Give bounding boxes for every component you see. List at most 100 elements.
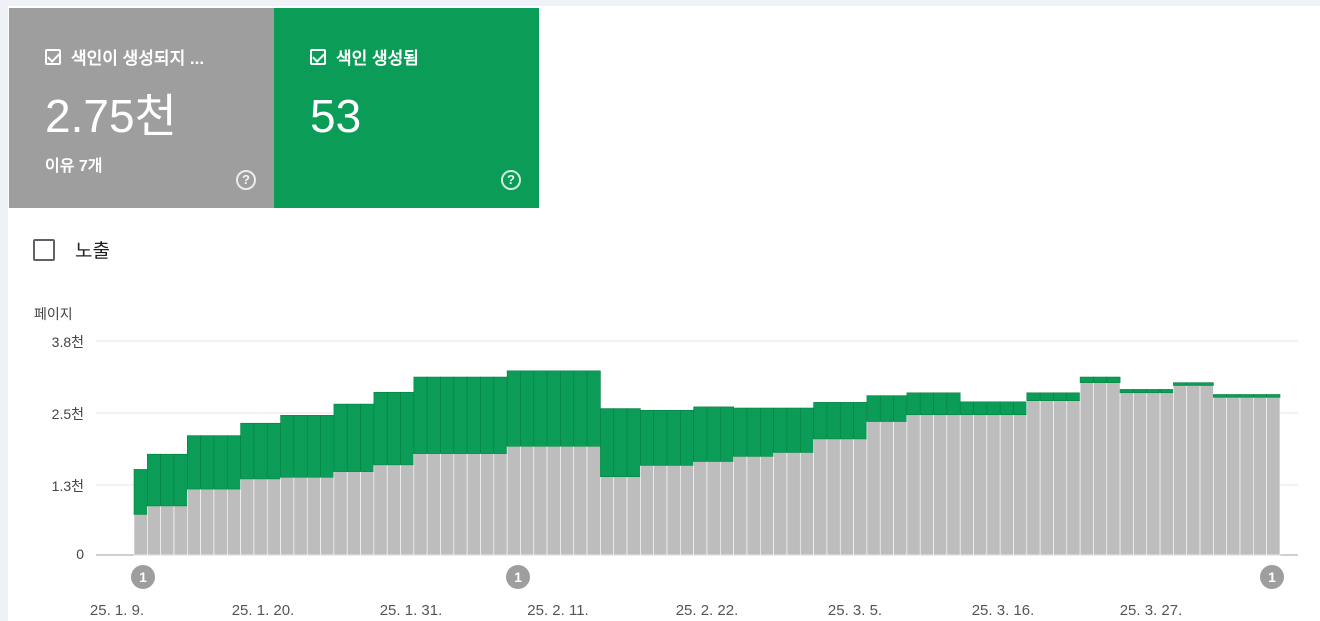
bar-indexed [626, 408, 641, 478]
bar-indexed [373, 391, 388, 466]
y-tick-label: 2.5천 [51, 406, 84, 422]
bar-not-indexed [919, 414, 934, 556]
bar-not-indexed [1039, 400, 1054, 556]
bar-not-indexed [986, 414, 1001, 556]
x-tick-label: 25. 1. 20. [231, 602, 295, 619]
bar-indexed [506, 370, 521, 447]
bar-not-indexed [946, 414, 961, 556]
bar-indexed [240, 422, 255, 480]
bar-indexed [493, 376, 508, 454]
bar-indexed [200, 435, 215, 490]
bar-indexed [147, 453, 161, 507]
bar-not-indexed [346, 471, 361, 556]
bar-not-indexed [1213, 397, 1227, 556]
bar-not-indexed [933, 414, 948, 556]
bar-not-indexed [1186, 385, 1201, 556]
bar-indexed [1146, 389, 1161, 394]
bar-not-indexed [280, 476, 295, 556]
bar-indexed [706, 406, 721, 462]
bar-not-indexed [546, 446, 561, 556]
bar-not-indexed [720, 461, 734, 556]
bar-indexed [906, 392, 921, 416]
bar-indexed [973, 401, 988, 416]
bar-not-indexed [813, 438, 828, 556]
bar-indexed [226, 435, 241, 490]
bar-indexed [346, 403, 361, 472]
bar-not-indexed [453, 453, 468, 556]
bar-indexed [866, 395, 881, 422]
bar-not-indexed [1026, 400, 1041, 556]
bar-not-indexed [400, 464, 415, 556]
bar-indexed [1026, 392, 1041, 401]
bar-indexed [440, 376, 455, 454]
bar-indexed [1266, 394, 1281, 398]
bar-not-indexed [626, 476, 641, 556]
bar-not-indexed [640, 465, 654, 556]
bar-not-indexed [1013, 414, 1028, 556]
bar-not-indexed [1079, 382, 1094, 556]
bar-indexed [693, 406, 708, 462]
bar-not-indexed [426, 453, 441, 556]
bar-not-indexed [240, 478, 255, 556]
bar-not-indexed [1066, 400, 1081, 556]
bar-not-indexed [1119, 392, 1134, 556]
x-tick-label: 25. 2. 11. [527, 602, 589, 619]
bar-not-indexed [480, 453, 495, 556]
bar-indexed [1066, 392, 1081, 401]
bar-not-indexed [293, 476, 308, 556]
indexing-chart [96, 340, 1298, 556]
bar-indexed [333, 403, 348, 472]
bar-not-indexed [653, 465, 668, 556]
bar-not-indexed [306, 476, 321, 556]
bar-indexed [1039, 392, 1054, 401]
y-tick-label: 1.3천 [51, 478, 84, 494]
bar-not-indexed [440, 453, 455, 556]
bar-indexed [480, 376, 495, 454]
bar-indexed [733, 407, 748, 457]
bar-indexed [933, 392, 948, 416]
bar-indexed [586, 370, 601, 447]
bar-indexed [680, 409, 694, 466]
bar-indexed [360, 403, 375, 472]
bar-indexed [187, 435, 201, 490]
bar-indexed [1226, 394, 1241, 398]
bar-indexed [759, 407, 774, 457]
bar-not-indexed [413, 453, 428, 556]
bar-not-indexed [799, 452, 814, 556]
bar-indexed [799, 407, 814, 453]
bar-not-indexed [160, 505, 175, 556]
bar-not-indexed [759, 456, 774, 556]
bar-not-indexed [187, 488, 201, 556]
bar-not-indexed [1146, 392, 1161, 556]
bar-not-indexed [147, 505, 161, 556]
bar-not-indexed [506, 446, 521, 556]
annotation-marker[interactable]: 1 [1260, 565, 1284, 589]
bar-indexed [533, 370, 548, 447]
bar-indexed [266, 422, 281, 480]
bar-not-indexed [1266, 397, 1281, 556]
x-tick-label: 25. 3. 5. [827, 602, 883, 619]
bar-indexed [426, 376, 441, 454]
bar-not-indexed [853, 438, 868, 556]
bar-indexed [573, 370, 588, 447]
bar-indexed [546, 370, 561, 447]
bar-not-indexed [839, 438, 854, 556]
annotation-marker[interactable]: 1 [506, 565, 530, 589]
bar-not-indexed [999, 414, 1014, 556]
bar-not-indexed [333, 471, 348, 556]
bar-not-indexed [666, 465, 681, 556]
annotation-marker[interactable]: 1 [131, 565, 155, 589]
bar-not-indexed [133, 514, 148, 556]
bar-indexed [293, 415, 308, 478]
bar-indexed [1053, 392, 1068, 401]
bar-indexed [213, 435, 228, 490]
bar-not-indexed [1133, 392, 1148, 556]
bar-not-indexed [466, 453, 481, 556]
bar-not-indexed [573, 446, 588, 556]
bar-not-indexed [1253, 397, 1267, 556]
bar-indexed [879, 395, 894, 422]
bar-indexed [919, 392, 934, 416]
bar-indexed [946, 392, 961, 416]
bar-indexed [413, 376, 428, 454]
bar-indexed [1133, 389, 1148, 394]
